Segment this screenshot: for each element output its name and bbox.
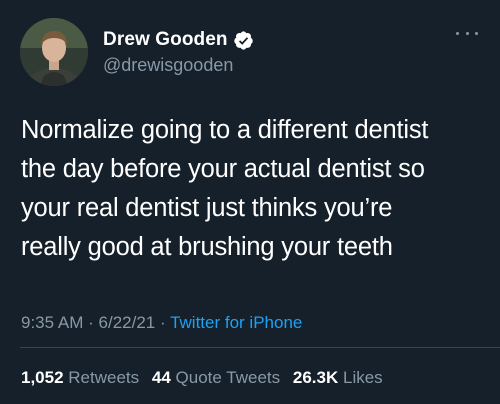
tweet-text-line: your real dentist just thinks you’re <box>21 194 393 222</box>
meta-separator: · <box>88 313 94 332</box>
tweet-time[interactable]: 9:35 AM <box>21 313 83 332</box>
tweet-date[interactable]: 6/22/21 <box>99 313 156 332</box>
dot <box>475 31 478 35</box>
dot <box>456 31 459 35</box>
author-display-name[interactable]: Drew Gooden <box>103 29 228 51</box>
author-name-row[interactable]: Drew Gooden <box>103 27 254 53</box>
tweet-text: Normalize going to a different dentist t… <box>21 111 491 267</box>
tweet-source-link[interactable]: Twitter for iPhone <box>170 313 302 332</box>
retweets-label: Retweets <box>68 368 140 387</box>
avatar[interactable] <box>20 18 88 86</box>
author-handle[interactable]: @drewisgooden <box>103 55 233 76</box>
tweet-metadata: 9:35 AM · 6/22/21 · Twitter for iPhone <box>21 313 302 333</box>
dot <box>465 31 469 35</box>
likes-label: Likes <box>342 368 383 387</box>
tweet-text-line: really good at brushing your teeth <box>21 233 393 261</box>
tweet-card: Drew Gooden @drewisgooden Normalize goin… <box>0 0 500 404</box>
meta-separator: · <box>159 313 166 332</box>
retweets-stat[interactable]: 1,052 Retweets <box>21 368 144 387</box>
quote-tweets-count: 44 <box>151 368 171 387</box>
divider <box>20 347 500 348</box>
quote-tweets-stat[interactable]: 44 Quote Tweets <box>152 368 285 387</box>
retweets-count: 1,052 <box>21 368 64 387</box>
avatar-image <box>20 18 88 86</box>
tweet-text-line: the day before your actual dentist so <box>21 155 425 183</box>
tweet-text-line: Normalize going to a different dentist <box>21 116 429 144</box>
more-options-icon[interactable] <box>456 28 478 38</box>
verified-badge-icon <box>233 30 254 51</box>
likes-stat[interactable]: 26.3K Likes <box>293 368 383 387</box>
tweet-stats: 1,052 Retweets 44 Quote Tweets 26.3K Lik… <box>21 368 391 388</box>
quote-tweets-label: Quote Tweets <box>175 368 281 387</box>
likes-count: 26.3K <box>292 368 339 387</box>
